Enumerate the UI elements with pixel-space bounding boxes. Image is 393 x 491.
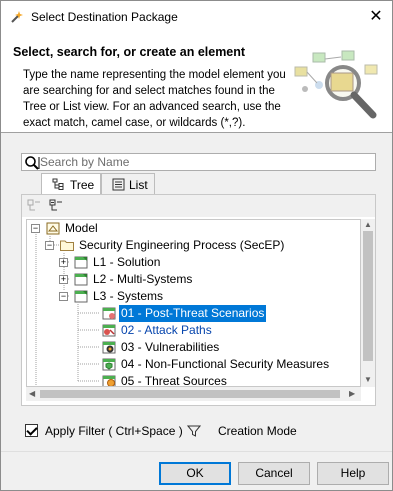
tree-node-label: Model xyxy=(65,221,98,235)
collapse-toggle-icon[interactable]: − xyxy=(45,241,54,250)
cancel-button[interactable]: Cancel xyxy=(238,462,310,485)
dialog-header: Select, search for, or create an element… xyxy=(1,33,392,133)
collapse-toggle-icon[interactable]: − xyxy=(31,224,40,233)
tree-node-label: 05 - Threat Sources xyxy=(121,374,227,387)
tree-node-secep[interactable]: − Security Engineering Process (SecEP) xyxy=(45,237,360,254)
magic-draw-app-icon xyxy=(11,11,23,23)
element-tree[interactable]: − Model − Security Engineering Process (… xyxy=(26,219,361,387)
scroll-down-icon[interactable]: ▼ xyxy=(364,375,372,384)
header-description: Type the name representing the model ele… xyxy=(23,69,286,129)
tree-node-label: 03 - Vulnerabilities xyxy=(121,340,220,354)
tree-panel: − Model − Security Engineering Process (… xyxy=(21,194,376,406)
package-icon xyxy=(74,290,88,303)
vertical-scrollbar[interactable]: ▲ ▼ xyxy=(361,219,375,387)
list-icon xyxy=(112,178,125,191)
tab-tree[interactable]: Tree xyxy=(41,173,101,196)
tree-node-label: Security Engineering Process (SecEP) xyxy=(79,238,285,252)
tree-node-label: L2 - Multi-Systems xyxy=(93,272,193,286)
expand-toggle-icon[interactable]: + xyxy=(59,258,68,267)
tree-icon xyxy=(52,178,64,190)
search-input[interactable] xyxy=(40,154,374,170)
close-button[interactable]: ✕ xyxy=(364,5,388,29)
package-icon xyxy=(102,375,116,386)
collapse-all-icon[interactable] xyxy=(26,198,42,214)
apply-filter-checkbox[interactable] xyxy=(25,424,38,437)
package-icon xyxy=(102,341,116,354)
tree-node-label: 02 - Attack Paths xyxy=(121,323,212,337)
tree-node-vulnerabilities[interactable]: 03 - Vulnerabilities xyxy=(101,339,360,356)
package-icon xyxy=(74,273,88,286)
horizontal-scroll-thumb[interactable] xyxy=(40,390,340,398)
collapse-toggle-icon[interactable]: − xyxy=(59,292,68,301)
vertical-scroll-thumb[interactable] xyxy=(363,231,373,361)
tree-node-l2-multi-systems[interactable]: + L2 - Multi-Systems xyxy=(59,271,359,288)
tree-node-post-threat-scenarios[interactable]: 01 - Post-Threat Scenarios xyxy=(101,305,360,322)
search-illustration-icon xyxy=(294,50,378,119)
package-icon xyxy=(102,358,116,371)
folder-icon xyxy=(60,240,74,251)
package-icon xyxy=(74,256,88,269)
model-icon xyxy=(46,222,60,235)
dialog-footer: OK Cancel Help xyxy=(1,451,392,490)
tree-node-label: L3 - Systems xyxy=(93,289,164,303)
filter-icon[interactable] xyxy=(187,424,201,438)
help-button[interactable]: Help xyxy=(317,462,389,485)
package-icon xyxy=(102,324,116,337)
scroll-left-icon[interactable]: ◀ xyxy=(29,389,35,398)
tab-list-label: List xyxy=(129,178,148,192)
tab-list[interactable]: List xyxy=(101,173,155,195)
expand-all-icon[interactable] xyxy=(48,198,64,214)
search-box xyxy=(21,153,376,171)
title-bar: Select Destination Package ✕ xyxy=(1,1,392,33)
tree-node-model[interactable]: − Model xyxy=(31,220,351,237)
expand-toggle-icon[interactable]: + xyxy=(59,275,68,284)
window-title: Select Destination Package xyxy=(31,10,178,24)
ok-button[interactable]: OK xyxy=(159,462,231,485)
scroll-up-icon[interactable]: ▲ xyxy=(364,220,372,229)
tree-toolbar xyxy=(22,195,375,217)
scroll-right-icon[interactable]: ▶ xyxy=(349,389,355,398)
horizontal-scrollbar[interactable]: ◀ ▶ xyxy=(26,387,361,401)
header-title: Select, search for, or create an element xyxy=(13,45,246,59)
tree-node-threat-sources[interactable]: 05 - Threat Sources xyxy=(101,373,360,387)
search-icon xyxy=(25,156,40,170)
tree-node-attack-paths[interactable]: 02 - Attack Paths xyxy=(101,322,360,339)
tree-node-label: 04 - Non-Functional Security Measures xyxy=(121,357,330,371)
tree-node-label: 01 - Post-Threat Scenarios xyxy=(119,305,267,322)
apply-filter-label[interactable]: Apply Filter ( Ctrl+Space ) xyxy=(45,424,183,438)
tree-node-l3-systems[interactable]: − L3 - Systems xyxy=(59,288,359,305)
tree-node-non-functional-security-measures[interactable]: 04 - Non-Functional Security Measures xyxy=(101,356,360,373)
dialog-window: Select Destination Package ✕ Select, sea… xyxy=(0,0,393,491)
package-icon xyxy=(102,307,116,320)
tree-node-l1-solution[interactable]: + L1 - Solution xyxy=(59,254,359,271)
tab-tree-label: Tree xyxy=(70,178,95,192)
creation-mode-label[interactable]: Creation Mode xyxy=(218,424,297,438)
tree-node-label: L1 - Solution xyxy=(93,255,161,269)
